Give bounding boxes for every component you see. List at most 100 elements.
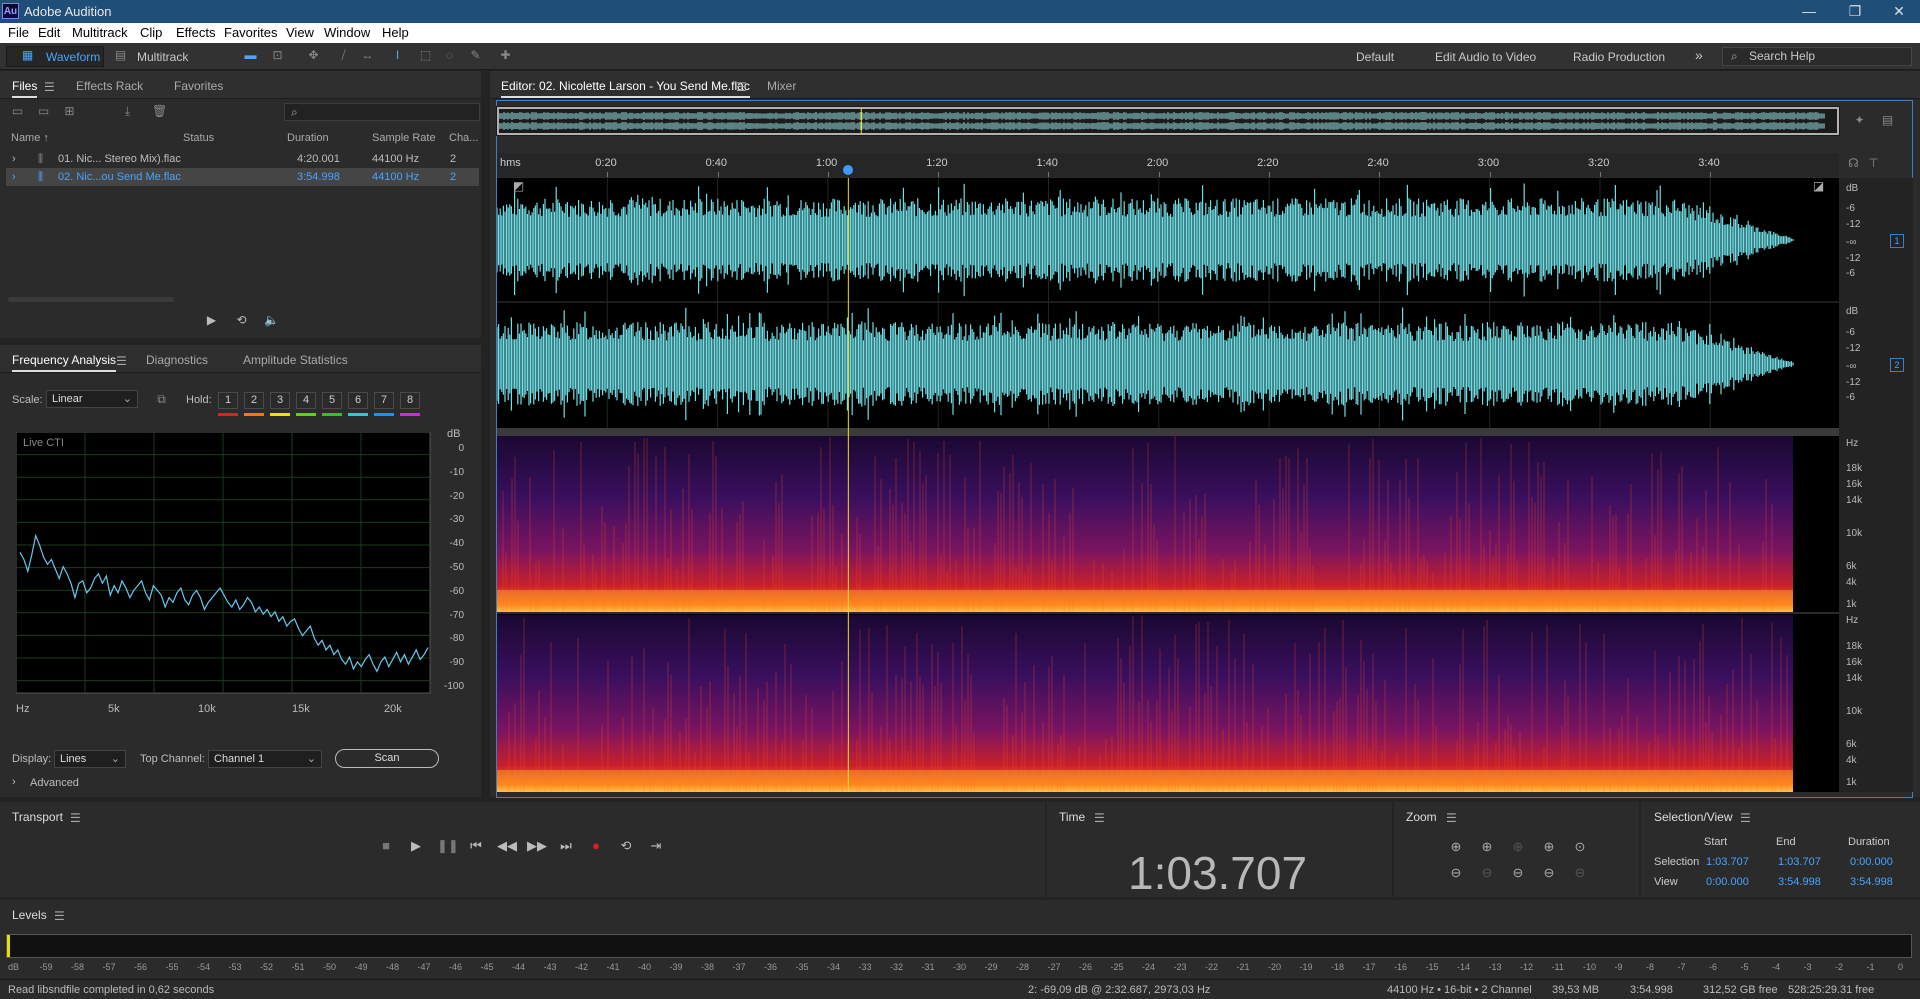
rewind-button[interactable]: ◀◀ [497,838,517,854]
skip-selection-button[interactable]: ⇥ [647,838,665,854]
tab-editor[interactable]: Editor: 02. Nicolette Larson - You Send … [501,79,750,98]
delete-icon[interactable]: 🗑 [152,105,167,118]
selection-view-menu-icon[interactable]: ☰ [1740,811,1751,825]
view-end[interactable]: 3:54.998 [1778,876,1821,888]
view-start[interactable]: 0:00.000 [1706,876,1749,888]
tab-diagnostics[interactable]: Diagnostics [146,353,208,367]
tab-frequency-analysis[interactable]: Frequency Analysis [12,353,117,372]
zoom-out-full-time-icon[interactable]: ⊖ [1539,864,1559,882]
selection-end[interactable]: 1:03.707 [1778,856,1821,868]
top-channel-dropdown[interactable]: Channel 1 ⌄ [208,750,322,768]
channel-1-toggle[interactable]: 1 [1890,234,1904,248]
workspace-default[interactable]: Default [1356,50,1394,64]
menu-multitrack[interactable]: Multitrack [72,25,128,40]
menu-help[interactable]: Help [382,25,409,40]
hold-button-1[interactable]: 1 [218,392,238,409]
scan-button[interactable]: Scan [335,749,439,768]
fade-out-handle-icon[interactable]: ◪ [1811,180,1826,193]
column-sample-rate[interactable]: Sample Rate [372,132,436,144]
pin-icon[interactable]: ⊤ [1866,157,1881,170]
menu-file[interactable]: File [8,25,29,40]
pause-button[interactable]: ❚❚ [437,838,459,854]
preview-play-icon[interactable]: ▶ [204,314,219,327]
frequency-graph[interactable]: Live CTI [16,432,436,708]
waveform-options-icon[interactable]: ▤ [1880,114,1895,127]
menu-window[interactable]: Window [324,25,370,40]
pitch-display-icon[interactable]: ⊡ [270,49,285,62]
menu-clip[interactable]: Clip [140,25,162,40]
tab-favorites[interactable]: Favorites [174,79,223,93]
overview-navigator[interactable] [496,106,1840,136]
hold-button-2[interactable]: 2 [244,392,264,409]
zoom-out-full-amp-icon[interactable]: ⊖ [1508,864,1528,882]
advanced-chevron-icon[interactable]: › [12,776,16,788]
files-search-input[interactable]: ⌕ [284,103,480,121]
spectral-display-icon[interactable]: ▬ [243,49,258,62]
clone-window-icon[interactable]: ⧉ [154,393,169,406]
maximize-button[interactable]: ❐ [1832,0,1878,23]
skip-to-start-button[interactable]: ⏮ [467,838,485,854]
workspaces-overflow-button[interactable]: » [1695,47,1703,63]
search-help-input[interactable]: ⌕ Search Help [1722,47,1912,66]
lasso-tool-icon[interactable]: ◌ [442,49,457,62]
file-row-2[interactable]: › ⫼ 02. Nic...ou Send Me.flac 3:54.998 4… [6,168,479,186]
selection-duration[interactable]: 0:00.000 [1850,856,1893,868]
zoom-menu-icon[interactable]: ☰ [1446,811,1457,825]
zoom-in-time-icon[interactable]: ⊕ [1477,838,1497,856]
tab-mixer[interactable]: Mixer [767,79,796,93]
workspace-radio-production[interactable]: Radio Production [1573,50,1665,64]
zoom-reset-icon[interactable]: ⊙ [1570,838,1590,856]
selection-start[interactable]: 1:03.707 [1706,856,1749,868]
record-button[interactable]: ● [587,838,605,854]
fast-forward-button[interactable]: ▶▶ [527,838,547,854]
zoom-out-amplitude-icon[interactable]: ⊖ [1446,864,1466,882]
view-duration[interactable]: 3:54.998 [1850,876,1893,888]
column-status[interactable]: Status [183,132,214,144]
tab-files[interactable]: Files [12,79,38,98]
multitrack-button[interactable]: Multitrack [133,48,188,66]
workspace-edit-audio-to-video[interactable]: Edit Audio to Video [1435,50,1536,64]
hold-button-6[interactable]: 6 [348,392,368,409]
zoom-in-left-icon[interactable]: ⊕ [1539,838,1559,856]
healing-tool-icon[interactable]: ✚ [498,49,513,62]
slip-tool-icon[interactable]: ↔ [360,49,375,62]
waveform-button[interactable]: Waveform [42,48,100,66]
analysis-menu-icon[interactable]: ☰ [116,354,127,368]
column-duration[interactable]: Duration [287,132,329,144]
hold-button-3[interactable]: 3 [270,392,290,409]
display-dropdown[interactable]: Lines ⌄ [54,750,126,768]
expand-chevron-icon[interactable]: › [12,171,16,183]
new-file-icon[interactable]: ⊞ [62,105,77,118]
menu-view[interactable]: View [286,25,314,40]
channel-2-toggle[interactable]: 2 [1890,358,1904,372]
levels-menu-icon[interactable]: ☰ [54,909,65,923]
file-row-1[interactable]: › ⫼ 01. Nic... Stereo Mix).flac 4:20.001… [6,150,479,168]
minimize-button[interactable]: — [1786,0,1832,23]
tab-effects-rack[interactable]: Effects Rack [76,79,143,93]
razor-tool-icon[interactable]: ⧸ [336,49,351,62]
brush-tool-icon[interactable]: ✎ [468,49,483,62]
hold-button-5[interactable]: 5 [322,392,342,409]
scale-dropdown[interactable]: Linear ⌄ [46,390,138,408]
move-tool-icon[interactable]: ✥ [306,49,321,62]
column-name[interactable]: Name ↑ [11,132,49,144]
transport-menu-icon[interactable]: ☰ [70,811,81,825]
play-button[interactable]: ▶ [407,838,425,854]
editor-menu-icon[interactable]: ☰ [736,80,747,94]
menu-effects[interactable]: Effects [176,25,216,40]
hold-button-7[interactable]: 7 [374,392,394,409]
stop-button[interactable]: ■ [377,838,395,854]
current-time-display[interactable]: 1:03.707 [1128,846,1307,900]
autoplay-icon[interactable]: 🔈 [264,314,279,327]
hold-button-8[interactable]: 8 [400,392,420,409]
headphone-icon[interactable]: ☊ [1846,157,1861,170]
expand-chevron-icon[interactable]: › [12,153,16,165]
fade-in-handle-icon[interactable]: ◩ [511,180,526,193]
hold-button-4[interactable]: 4 [296,392,316,409]
tab-amplitude-statistics[interactable]: Amplitude Statistics [243,353,348,367]
zoom-in-amplitude-icon[interactable]: ⊕ [1446,838,1466,856]
files-menu-icon[interactable]: ☰ [44,80,55,94]
files-horizontal-scrollbar[interactable] [8,297,174,302]
menu-edit[interactable]: Edit [38,25,60,40]
spectral-splitter[interactable] [497,428,1839,436]
